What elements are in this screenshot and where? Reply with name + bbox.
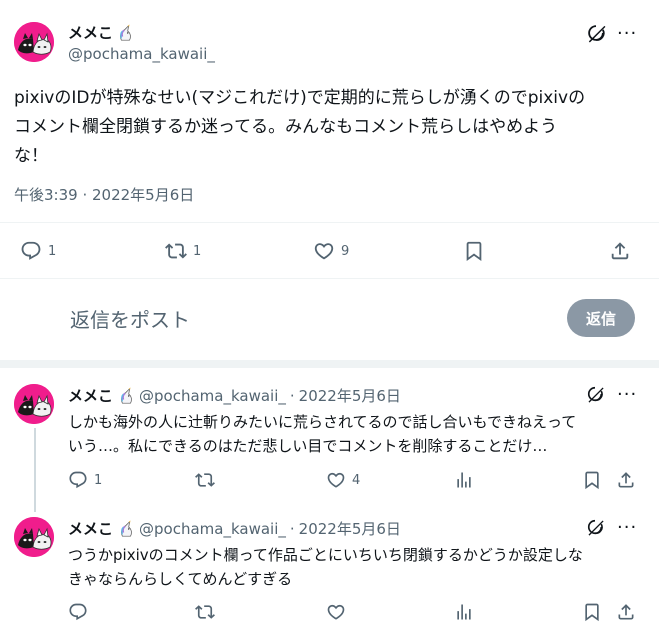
grok-icon[interactable]	[585, 517, 605, 537]
reply-text-line: きゃならんらしくてめんどすぎる	[68, 570, 293, 588]
handle[interactable]: @pochama_kawaii_	[139, 387, 286, 405]
heart-icon	[326, 470, 346, 490]
avatar-image	[14, 22, 54, 62]
heart-icon	[313, 240, 335, 262]
bookmark-button[interactable]	[582, 470, 602, 490]
avatar[interactable]	[14, 384, 54, 424]
avatar-image	[14, 384, 54, 424]
avatar-image	[14, 517, 54, 557]
post-text-line: pixivのIDが特殊なせい(マジこれだけ)で定期的に荒らしが湧くのでpixiv…	[14, 88, 586, 108]
grok-icon[interactable]	[585, 384, 605, 404]
bookmark-icon	[582, 602, 602, 622]
repost-icon	[165, 240, 187, 262]
like-button[interactable]: 9	[313, 240, 349, 262]
post-text-line: な！	[14, 146, 48, 166]
display-name[interactable]: メメこ	[68, 385, 113, 406]
share-icon	[616, 470, 636, 490]
post-text-line: コメント欄全閉鎖するか迷ってる。みんなもコメント荒らしはやめよう	[14, 117, 558, 137]
reply-text: しかも海外の人に辻斬りみたいに荒らされてるので話し合いもできねえって いう…。私…	[68, 410, 648, 458]
like-count: 4	[352, 472, 361, 488]
reply-header: メメこ @pochama_kawaii_ · 2022年5月6日	[68, 518, 401, 539]
like-count: 9	[341, 243, 350, 259]
share-button[interactable]	[609, 240, 631, 262]
reply-button[interactable]: 1	[20, 240, 56, 262]
more-icon[interactable]: ···	[617, 25, 637, 43]
handle[interactable]: @pochama_kawaii_	[139, 520, 286, 538]
thread-line	[34, 428, 36, 512]
reply-button[interactable]: 1	[68, 470, 102, 490]
reply-button[interactable]	[68, 602, 88, 622]
reply-icon	[20, 240, 42, 262]
repost-button[interactable]	[195, 470, 215, 490]
separator-dot: ·	[289, 519, 295, 538]
section-divider	[0, 360, 659, 368]
bookmark-icon	[582, 470, 602, 490]
reply-icon	[68, 470, 88, 490]
views-button[interactable]	[454, 470, 474, 490]
post-timestamp[interactable]: 午後3:39 · 2022年5月6日	[14, 184, 194, 205]
share-button[interactable]	[616, 470, 636, 490]
like-button[interactable]: 4	[326, 470, 360, 490]
repost-button[interactable]	[195, 602, 215, 622]
unicorn-icon	[116, 24, 134, 42]
repost-count: 1	[193, 243, 202, 259]
share-icon	[616, 602, 636, 622]
reply-composer-input[interactable]: 返信をポスト	[70, 304, 190, 333]
separator-dot: ·	[289, 386, 295, 405]
unicorn-icon	[117, 520, 135, 538]
share-button[interactable]	[616, 602, 636, 622]
more-icon[interactable]: ···	[617, 519, 637, 537]
views-icon	[454, 602, 474, 622]
reply-date[interactable]: 2022年5月6日	[299, 518, 401, 539]
reply-text: つうかpixivのコメント欄って作品ごとにいちいち閉鎖するかどうか設定しな きゃ…	[68, 543, 648, 591]
display-name[interactable]: メメこ	[68, 518, 113, 539]
reply-text-line: しかも海外の人に辻斬りみたいに荒らされてるので話し合いもできねえって	[68, 413, 577, 431]
avatar[interactable]	[14, 22, 54, 62]
views-button[interactable]	[454, 602, 474, 622]
reply-icon	[68, 602, 88, 622]
grok-icon[interactable]	[585, 22, 607, 44]
author-name-row[interactable]: メメこ	[68, 22, 134, 43]
post-text: pixivのIDが特殊なせい(マジこれだけ)で定期的に荒らしが湧くのでpixiv…	[14, 84, 646, 171]
reply-header: メメこ @pochama_kawaii_ · 2022年5月6日	[68, 385, 401, 406]
repost-button[interactable]: 1	[165, 240, 201, 262]
bookmark-button[interactable]	[582, 602, 602, 622]
divider	[0, 222, 659, 223]
like-button[interactable]	[326, 602, 346, 622]
repost-icon	[195, 602, 215, 622]
reply-date[interactable]: 2022年5月6日	[299, 385, 401, 406]
views-icon	[454, 470, 474, 490]
more-icon[interactable]: ···	[617, 386, 637, 404]
divider	[0, 278, 659, 279]
unicorn-icon	[117, 387, 135, 405]
share-icon	[609, 240, 631, 262]
repost-icon	[195, 470, 215, 490]
handle[interactable]: @pochama_kawaii_	[68, 45, 215, 63]
bookmark-button[interactable]	[463, 240, 485, 262]
bookmark-icon	[463, 240, 485, 262]
reply-text-line: いう…。私にできるのはただ悲しい目でコメントを削除することだけ…	[68, 437, 548, 455]
reply-text-line: つうかpixivのコメント欄って作品ごとにいちいち閉鎖するかどうか設定しな	[68, 546, 583, 564]
reply-count: 1	[48, 243, 57, 259]
reply-count: 1	[94, 472, 103, 488]
reply-submit-button[interactable]: 返信	[567, 299, 635, 337]
heart-icon	[326, 602, 346, 622]
avatar[interactable]	[14, 517, 54, 557]
display-name[interactable]: メメこ	[68, 22, 113, 43]
